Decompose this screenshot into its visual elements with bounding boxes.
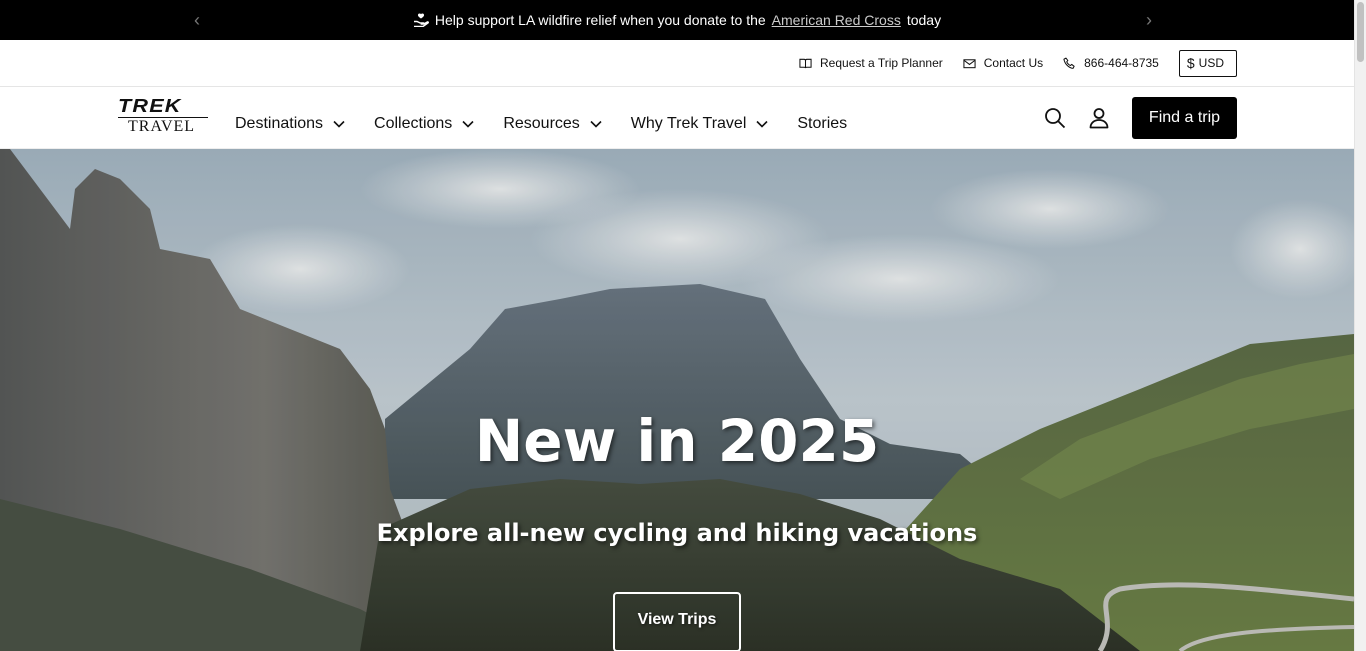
phone-icon bbox=[1063, 57, 1075, 69]
chevron-down-icon bbox=[590, 120, 602, 128]
hero-banner: New in 2025 Explore all-new cycling and … bbox=[0, 149, 1354, 651]
currency-selector[interactable]: $ USD bbox=[1178, 49, 1237, 77]
announcement-text-after: today bbox=[906, 11, 942, 28]
nav-why-trek-travel[interactable]: Why Trek Travel bbox=[631, 115, 769, 133]
nav-resources[interactable]: Resources bbox=[503, 115, 602, 133]
logo-travel: TRAVEL bbox=[128, 118, 196, 135]
contact-label: Contact Us bbox=[983, 56, 1044, 70]
trip-planner-label: Request a Trip Planner bbox=[820, 56, 943, 70]
announcement-text: Help support LA wildfire relief when you… bbox=[434, 11, 766, 28]
main-nav: Destinations Collections Resources Why T… bbox=[235, 115, 847, 133]
page: ‹ Help support LA wildfire relief when y… bbox=[0, 0, 1354, 651]
announcement-bar: ‹ Help support LA wildfire relief when y… bbox=[0, 0, 1354, 40]
chevron-down-icon bbox=[333, 120, 345, 128]
envelope-icon bbox=[963, 58, 976, 68]
nav-label: Destinations bbox=[235, 115, 324, 132]
contact-link[interactable]: Contact Us bbox=[963, 56, 1043, 70]
main-header: TREK TRAVEL Destinations Collections Res… bbox=[0, 87, 1354, 149]
phone-link[interactable]: 866-464-8735 bbox=[1063, 56, 1159, 70]
announcement-next-arrow[interactable]: › bbox=[1146, 11, 1160, 29]
search-icon[interactable] bbox=[1044, 107, 1066, 129]
utility-bar: Request a Trip Planner Contact Us 866-46… bbox=[0, 40, 1354, 87]
nav-stories[interactable]: Stories bbox=[797, 115, 847, 133]
logo-trek: TREK bbox=[118, 96, 182, 116]
nav-collections[interactable]: Collections bbox=[374, 115, 474, 133]
currency-code: USD bbox=[1198, 56, 1224, 70]
nav-label: Resources bbox=[503, 115, 580, 132]
hero-mountain-image bbox=[0, 149, 1354, 651]
scrollbar-thumb[interactable] bbox=[1357, 2, 1364, 62]
book-icon bbox=[799, 58, 812, 68]
phone-number: 866-464-8735 bbox=[1084, 56, 1159, 70]
nav-label: Collections bbox=[374, 115, 453, 132]
header-icons bbox=[1044, 107, 1110, 129]
nav-label: Stories bbox=[797, 115, 848, 132]
nav-destinations[interactable]: Destinations bbox=[235, 115, 345, 133]
trek-travel-logo[interactable]: TREK TRAVEL bbox=[118, 97, 208, 137]
announcement-message: Help support LA wildfire relief when you… bbox=[413, 12, 941, 28]
heart-hand-icon bbox=[413, 13, 429, 27]
hero-subtitle: Explore all-new cycling and hiking vacat… bbox=[376, 519, 978, 547]
red-cross-link[interactable]: American Red Cross bbox=[772, 12, 901, 28]
user-icon[interactable] bbox=[1088, 107, 1110, 129]
trip-planner-link[interactable]: Request a Trip Planner bbox=[799, 56, 943, 70]
currency-symbol: $ bbox=[1186, 55, 1195, 71]
page-scrollbar[interactable] bbox=[1354, 0, 1366, 651]
chevron-down-icon bbox=[756, 120, 768, 128]
find-a-trip-button[interactable]: Find a trip bbox=[1132, 97, 1237, 139]
announcement-prev-arrow[interactable]: ‹ bbox=[194, 11, 208, 29]
chevron-down-icon bbox=[462, 120, 474, 128]
view-trips-button[interactable]: View Trips bbox=[613, 592, 741, 651]
hero-title: New in 2025 bbox=[474, 407, 880, 475]
nav-label: Why Trek Travel bbox=[630, 115, 747, 132]
